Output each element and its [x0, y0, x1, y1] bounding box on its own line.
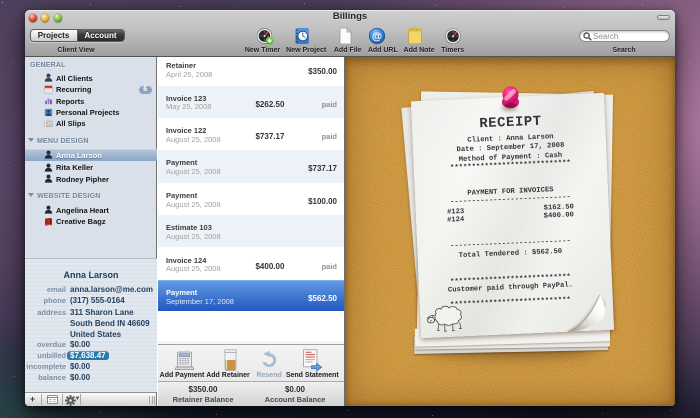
svg-text:@: @	[372, 30, 382, 42]
